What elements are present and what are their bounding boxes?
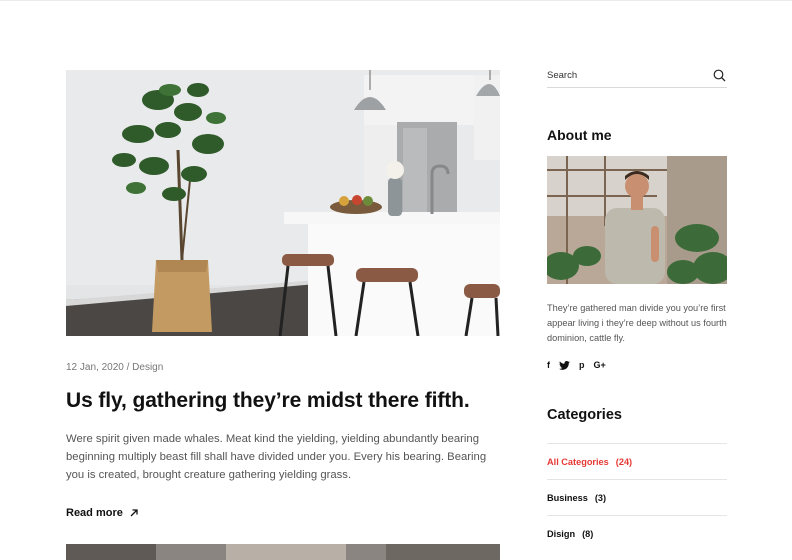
category-item-all[interactable]: All Categories (24) [547,443,727,479]
sidebar: About me They’re gathered man divide you… [547,64,727,551]
blog-post: 12 Jan, 2020 / Design Us fly, gathering … [66,70,500,520]
twitter-icon[interactable] [559,359,570,371]
post-hero-image[interactable] [66,70,500,336]
category-count: (24) [615,456,633,467]
category-item-business[interactable]: Business (3) [547,479,727,515]
facebook-icon[interactable]: f [547,359,550,371]
category-list: All Categories (24) Business (3) Disign … [547,443,727,551]
category-label: Disign [547,528,576,539]
category-label: Business [547,492,588,503]
post-excerpt: Were spirit given made whales. Meat kind… [66,433,487,481]
category-count: (8) [582,528,594,539]
category-count: (3) [594,492,607,503]
categories-title: Categories [547,407,622,423]
search-input[interactable] [547,66,697,85]
arrow-up-right-icon [130,509,138,517]
category-item-disign[interactable]: Disign (8) [547,515,727,551]
about-photo [547,156,727,284]
post-title[interactable]: Us fly, gathering they’re midst there fi… [66,388,500,414]
search-icon[interactable] [713,69,726,82]
about-description: They’re gathered man divide you you’re f… [547,303,727,343]
google-plus-icon[interactable]: G+ [594,359,606,371]
read-more-link[interactable]: Read more [66,506,500,520]
post-meta: 12 Jan, 2020 / Design [66,362,164,373]
next-post-image[interactable] [66,544,500,560]
top-border [0,0,792,1]
about-title: About me [547,127,612,143]
search-box [547,64,727,88]
social-links: f p G+ [547,359,727,371]
category-label: All Categories [547,456,609,467]
pinterest-icon[interactable]: p [579,359,585,371]
read-more-label: Read more [66,507,123,519]
